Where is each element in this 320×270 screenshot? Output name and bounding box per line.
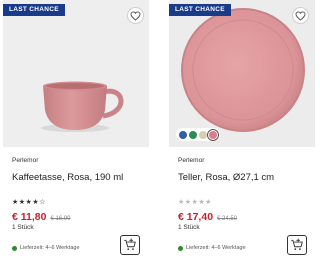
- product-price: € 17,40: [178, 211, 214, 223]
- product-price: € 11,80: [12, 211, 47, 223]
- product-unit: 1 Stück: [12, 224, 34, 231]
- add-to-cart-button[interactable]: [120, 235, 140, 255]
- product-old-price: € 24,50: [217, 216, 238, 222]
- product-brand: Perlemor: [178, 157, 205, 164]
- product-brand: Perlemor: [12, 157, 39, 164]
- color-swatch-pink[interactable]: [207, 128, 219, 141]
- delivery-info: Lieferzeit: 4–6 Werktage: [12, 245, 80, 251]
- product-card-plate[interactable]: LAST CHANCE Perlemor Teller, Rosa, Ø27,1…: [169, 0, 319, 270]
- delivery-info: Lieferzeit: 4–6 Werktage: [178, 245, 246, 251]
- product-old-price: € 16,90: [50, 216, 71, 222]
- rating-stars: ★★★★★: [178, 199, 212, 206]
- color-swatch-beige[interactable]: [199, 130, 207, 139]
- plate-image: [181, 8, 305, 132]
- add-to-cart-button[interactable]: [287, 235, 307, 255]
- last-chance-badge: LAST CHANCE: [169, 4, 231, 16]
- product-unit: 1 Stück: [178, 224, 200, 231]
- product-image-area[interactable]: LAST CHANCE: [3, 0, 149, 147]
- color-swatches: [176, 128, 220, 141]
- product-rating: ★★★★★: [178, 199, 212, 207]
- product-title[interactable]: Kaffeetasse, Rosa, 190 ml: [12, 172, 123, 183]
- delivery-text: Lieferzeit: 4–6 Werktage: [20, 245, 80, 251]
- last-chance-badge: LAST CHANCE: [3, 4, 65, 16]
- price-row: € 11,80 € 16,90: [12, 211, 70, 223]
- color-swatch-green[interactable]: [189, 130, 197, 139]
- rating-stars: ★★★★☆: [12, 199, 46, 206]
- product-image-area[interactable]: LAST CHANCE: [169, 0, 315, 147]
- cart-add-icon: [291, 238, 303, 250]
- wishlist-button[interactable]: [292, 7, 309, 24]
- cart-add-icon: [124, 238, 136, 250]
- product-rating: ★★★★☆: [12, 199, 46, 207]
- heart-icon: [130, 10, 141, 21]
- product-card-coffee-cup[interactable]: LAST CHANCE Perlemor Kaffeetasse, Rosa, …: [3, 0, 153, 270]
- heart-icon: [295, 10, 306, 21]
- coffee-cup-image: [41, 81, 124, 132]
- delivery-text: Lieferzeit: 4–6 Werktage: [186, 245, 246, 251]
- product-title[interactable]: Teller, Rosa, Ø27,1 cm: [178, 172, 274, 183]
- availability-dot-icon: [178, 245, 183, 251]
- wishlist-button[interactable]: [127, 7, 144, 24]
- price-row: € 17,40 € 24,50: [178, 211, 237, 223]
- color-swatch-blue[interactable]: [179, 130, 187, 139]
- availability-dot-icon: [12, 245, 17, 251]
